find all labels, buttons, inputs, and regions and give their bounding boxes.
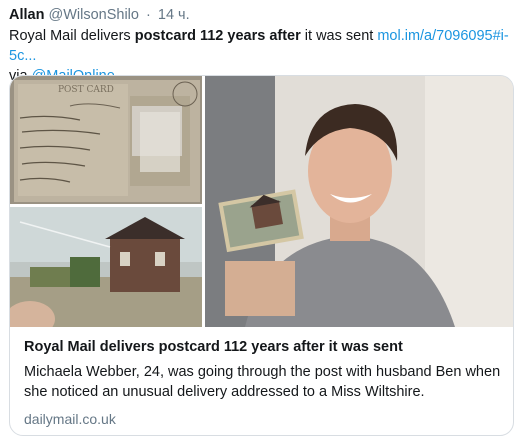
tweet-text-bold: postcard 112 years after [134,28,301,44]
author-handle[interactable]: @WilsonShilo [48,7,138,23]
card-domain: dailymail.co.uk [24,411,116,427]
tweet-text-part: Royal Mail delivers [9,28,135,44]
separator-dot: · [146,7,151,23]
tweet-text-part: it was sent [300,28,378,44]
link-preview-card[interactable]: POST CARD Royal Mail delivers postcard 1… [9,75,514,436]
author-name[interactable]: Allan [9,7,44,23]
postcard-back-image: POST CARD [10,76,202,204]
woman-holding-postcard-image [205,76,513,327]
card-description: Michaela Webber, 24, was going through t… [24,364,501,400]
postcard-printed-text: POST CARD [58,85,114,95]
tweet-header: Allan @WilsonShilo · 14 ч. [9,5,190,25]
card-body[interactable]: Royal Mail delivers postcard 112 years a… [10,327,513,435]
card-title[interactable]: Royal Mail delivers postcard 112 years a… [24,339,403,355]
postcard-front-image [10,207,202,327]
tweet[interactable]: Allan @WilsonShilo · 14 ч. Royal Mail de… [0,0,520,447]
tweet-timestamp[interactable]: 14 ч. [158,7,190,23]
